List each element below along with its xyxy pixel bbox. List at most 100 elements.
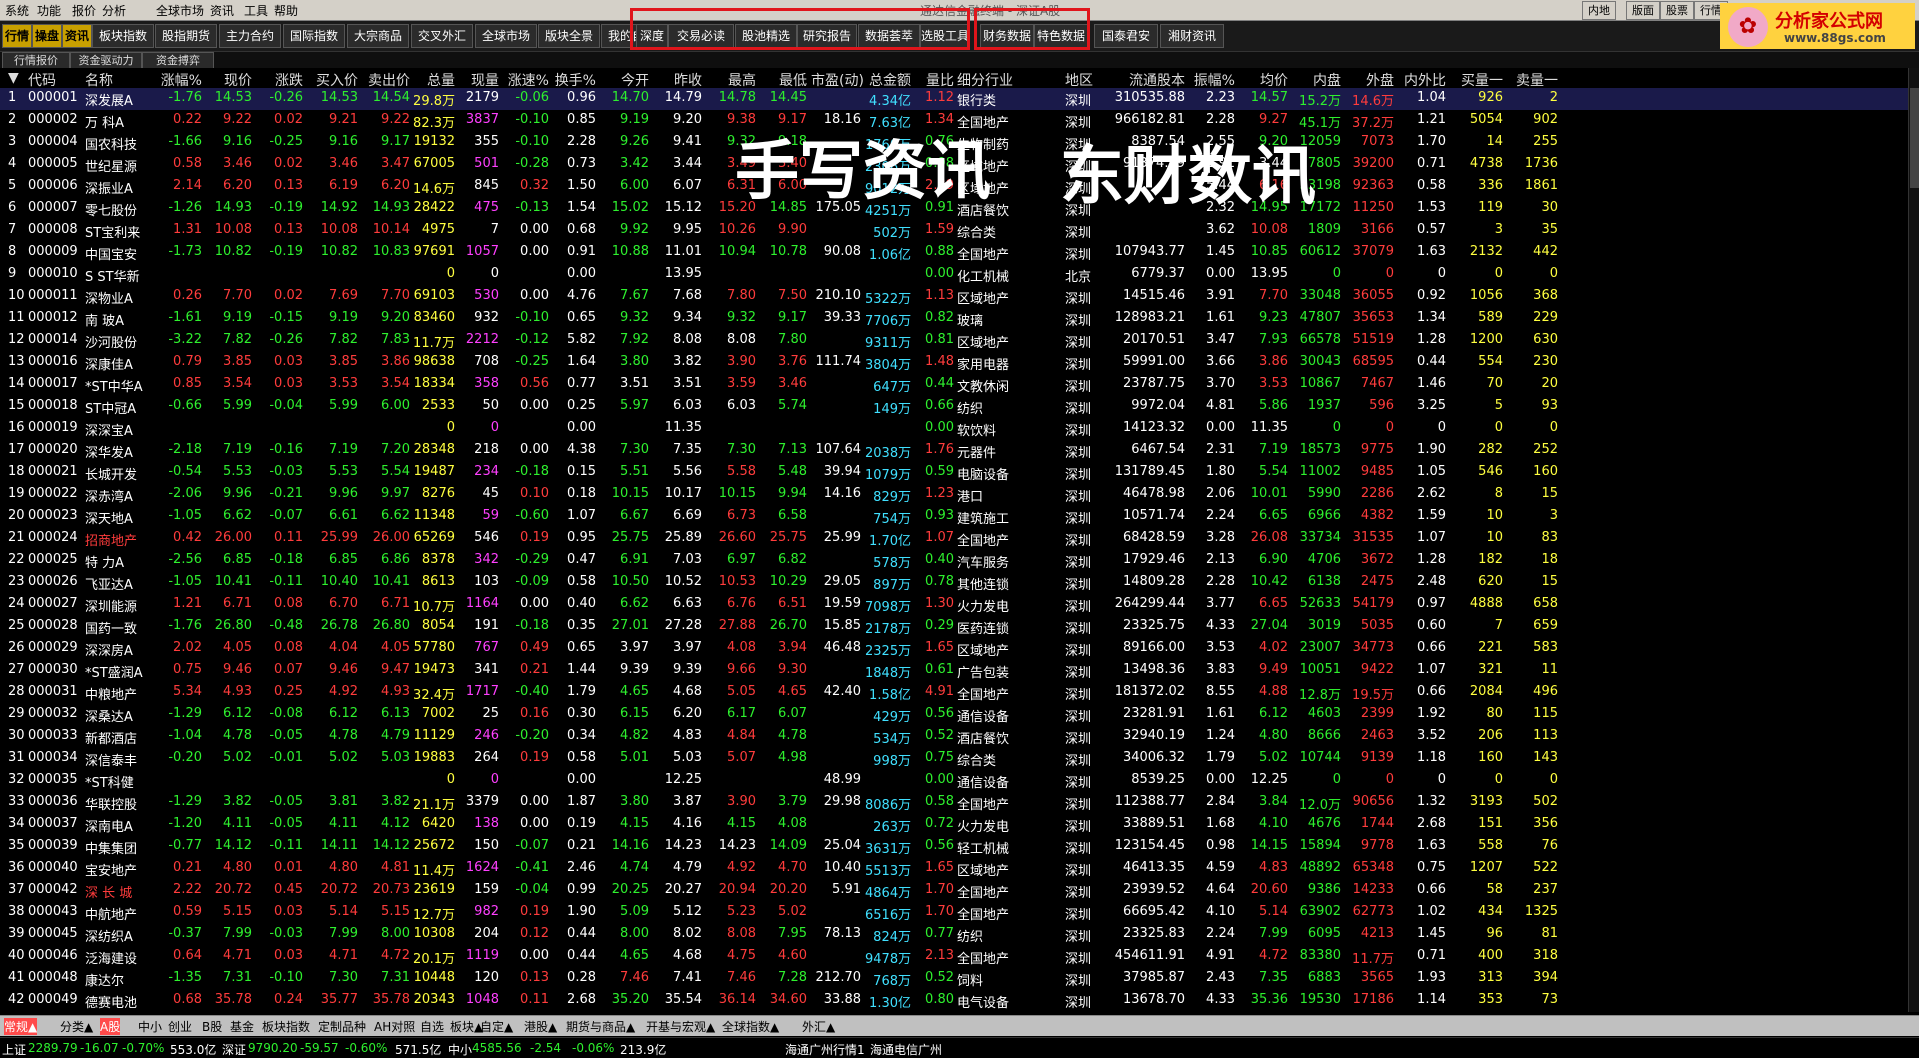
- bottom-tab-0[interactable]: 常规▲: [4, 1018, 38, 1035]
- menu-item-2[interactable]: 报价: [72, 2, 96, 19]
- column-header-10[interactable]: 涨速%: [503, 70, 549, 90]
- table-row[interactable]: 16 000019 深深宝A 0 0 0.00 11.35 0.00 软饮料 深圳 14123.32…: [0, 418, 1908, 440]
- table-row[interactable]: 32 000035 *ST科健 0 0 0.00 12.25 48.99 0.00 通信设备 深圳 8…: [0, 770, 1908, 792]
- column-header-18[interactable]: 量比: [915, 70, 954, 90]
- column-header-15[interactable]: 最低: [760, 70, 807, 90]
- menu-item-1[interactable]: 功能: [37, 2, 61, 19]
- toolbar-button-left-1[interactable]: 操盘: [32, 24, 62, 48]
- table-row[interactable]: 39 000045 深纺织A -0.37 7.99 -0.03 7.99 8.00 10308 2…: [0, 924, 1908, 946]
- table-row[interactable]: 33 000036 华联控股 -1.29 3.82 -0.05 3.81 3.82 21.1万 3…: [0, 792, 1908, 814]
- column-header-19[interactable]: 细分行业: [957, 70, 1035, 90]
- column-header-25[interactable]: 外盘: [1344, 70, 1394, 90]
- table-row[interactable]: 15 000018 ST中冠A -0.66 5.99 -0.04 5.99 6.00 2533 5…: [0, 396, 1908, 418]
- column-header-11[interactable]: 换手%: [553, 70, 596, 90]
- bottom-tab-2[interactable]: A股: [100, 1018, 121, 1035]
- toolbar-button-right-0[interactable]: 国泰君安: [1094, 24, 1158, 48]
- table-row[interactable]: 23 000026 飞亚达A -1.05 10.41 -0.11 10.40 10.41 861…: [0, 572, 1908, 594]
- column-header-12[interactable]: 今开: [601, 70, 649, 90]
- table-row[interactable]: 20 000023 深天地A -1.05 6.62 -0.07 6.61 6.62 11348 5…: [0, 506, 1908, 528]
- table-row[interactable]: 27 000030 *ST盛润A 0.75 9.46 0.07 9.46 9.47 19473 3…: [0, 660, 1908, 682]
- toolbar-button-left-3[interactable]: 板块指数: [92, 24, 154, 48]
- vertical-scrollbar[interactable]: [1908, 68, 1919, 1012]
- menu-item-5[interactable]: 资讯: [210, 2, 234, 19]
- menu-item-4[interactable]: 全球市场: [156, 2, 204, 19]
- column-header-21[interactable]: 流通股本: [1110, 70, 1185, 90]
- table-row[interactable]: 38 000043 中航地产 0.59 5.15 0.03 5.14 5.15 12.7万 982…: [0, 902, 1908, 924]
- column-header-8[interactable]: 总量: [413, 70, 455, 90]
- table-row[interactable]: 10 000011 深物业A 0.26 7.70 0.02 7.69 7.70 69103 530…: [0, 286, 1908, 308]
- toolbar-button-left-2[interactable]: 资讯: [62, 24, 92, 48]
- bottom-tab-10[interactable]: 自选: [420, 1018, 444, 1035]
- sort-dropdown-icon[interactable]: ▼: [8, 70, 26, 86]
- toolbar-button-left-8[interactable]: 交叉外汇: [411, 24, 473, 48]
- bottom-tab-13[interactable]: 港股▲: [524, 1018, 557, 1035]
- table-row[interactable]: 12 000014 沙河股份 -3.22 7.82 -0.26 7.82 7.83 11.7万 2…: [0, 330, 1908, 352]
- column-header-3[interactable]: 涨幅%: [160, 70, 202, 90]
- table-row[interactable]: 28 000031 中粮地产 5.34 4.93 0.25 4.92 4.93 32.4万 171…: [0, 682, 1908, 704]
- bottom-tab-7[interactable]: 板块指数: [262, 1018, 310, 1035]
- column-header-2[interactable]: 名称: [85, 70, 163, 90]
- bottom-tab-4[interactable]: 创业: [168, 1018, 192, 1035]
- column-header-28[interactable]: 卖量一: [1508, 70, 1558, 90]
- table-row[interactable]: 41 000048 康达尔 -1.35 7.31 -0.10 7.30 7.31 10448 12…: [0, 968, 1908, 990]
- toolbar-button-left-10[interactable]: 版块全景: [538, 24, 600, 48]
- column-header-13[interactable]: 昨收: [654, 70, 702, 90]
- window-button-1[interactable]: 版面: [1626, 1, 1660, 20]
- menu-item-3[interactable]: 分析: [102, 2, 126, 19]
- toolbar-button-left-7[interactable]: 大宗商品: [347, 24, 409, 48]
- toolbar-button-left-4[interactable]: 股指期货: [155, 24, 217, 48]
- column-header-23[interactable]: 均价: [1240, 70, 1288, 90]
- table-row[interactable]: 26 000029 深深房A 2.02 4.05 0.08 4.04 4.05 57780 767…: [0, 638, 1908, 660]
- table-row[interactable]: 9 000010 S ST华新 0 0 0.00 13.95 0.00 化工机械 北京 6779.3…: [0, 264, 1908, 286]
- column-header-6[interactable]: 买入价: [310, 70, 358, 90]
- table-row[interactable]: 30 000033 新都酒店 -1.04 4.78 -0.05 4.78 4.79 11129 2…: [0, 726, 1908, 748]
- table-row[interactable]: 1 000001 深发展A -1.76 14.53 -0.26 14.53 14.54 29.8…: [0, 88, 1908, 110]
- column-header-26[interactable]: 内外比: [1398, 70, 1446, 90]
- column-header-4[interactable]: 现价: [207, 70, 252, 90]
- column-header-5[interactable]: 涨跌: [258, 70, 303, 90]
- column-header-14[interactable]: 最高: [706, 70, 756, 90]
- subtab-0[interactable]: 行情报价: [2, 52, 70, 69]
- window-button-0[interactable]: 内地手: [1582, 1, 1616, 34]
- toolbar-button-left-9[interactable]: 全球市场: [475, 24, 537, 48]
- subtab-2[interactable]: 资金搏弈: [142, 52, 214, 69]
- column-header-1[interactable]: 代码: [28, 70, 83, 90]
- column-header-16[interactable]: 市盈(动): [811, 70, 864, 90]
- table-row[interactable]: 7 000008 ST宝利来 1.31 10.08 0.13 10.08 10.14 4975 7…: [0, 220, 1908, 242]
- table-row[interactable]: 35 000039 中集集团 -0.77 14.12 -0.11 14.11 14.12 256…: [0, 836, 1908, 858]
- bottom-tab-15[interactable]: 开基与宏观▲: [646, 1018, 715, 1035]
- subtab-1[interactable]: 资金驱动力: [70, 52, 142, 69]
- table-row[interactable]: 34 000037 深南电A -1.20 4.11 -0.05 4.11 4.12 6420 13…: [0, 814, 1908, 836]
- bottom-tab-8[interactable]: 定制品种: [318, 1018, 366, 1035]
- toolbar-button-right-1[interactable]: 湘财资讯: [1160, 24, 1224, 48]
- menu-item-0[interactable]: 系统: [5, 2, 29, 19]
- menu-item-6[interactable]: 工具: [244, 2, 268, 19]
- column-header-17[interactable]: 总金额: [865, 70, 911, 90]
- column-header-20[interactable]: 地区: [1065, 70, 1097, 90]
- table-row[interactable]: 19 000022 深赤湾A -2.06 9.96 -0.21 9.96 9.97 8276 45…: [0, 484, 1908, 506]
- bottom-tab-12[interactable]: 自定▲: [480, 1018, 513, 1035]
- bottom-tab-1[interactable]: 分类▲: [60, 1018, 93, 1035]
- table-row[interactable]: 17 000020 深华发A -2.18 7.19 -0.16 7.19 7.20 28348 2…: [0, 440, 1908, 462]
- bottom-tab-11[interactable]: 板块▲: [450, 1018, 483, 1035]
- table-row[interactable]: 13 000016 深康佳A 0.79 3.85 0.03 3.85 3.86 98638 708…: [0, 352, 1908, 374]
- table-row[interactable]: 18 000021 长城开发 -0.54 5.53 -0.03 5.53 5.54 19487 2…: [0, 462, 1908, 484]
- table-row[interactable]: 25 000028 国药一致 -1.76 26.80 -0.48 26.78 26.80 805…: [0, 616, 1908, 638]
- scroll-thumb[interactable]: [1910, 88, 1919, 188]
- column-header-7[interactable]: 卖出价: [362, 70, 410, 90]
- bottom-tab-16[interactable]: 全球指数▲: [722, 1018, 779, 1035]
- table-row[interactable]: 11 000012 南 玻A -1.61 9.19 -0.15 9.19 9.20 83460 9…: [0, 308, 1908, 330]
- table-row[interactable]: 40 000046 泛海建设 0.64 4.71 0.03 4.71 4.72 20.1万 111…: [0, 946, 1908, 968]
- bottom-tab-5[interactable]: B股: [202, 1018, 222, 1035]
- table-row[interactable]: 24 000027 深圳能源 1.21 6.71 0.08 6.70 6.71 10.7万 116…: [0, 594, 1908, 616]
- table-row[interactable]: 42 000049 德赛电池 0.68 35.78 0.24 35.77 35.78 20343…: [0, 990, 1908, 1012]
- table-row[interactable]: 36 000040 宝安地产 0.21 4.80 0.01 4.80 4.81 11.4万 162…: [0, 858, 1908, 880]
- window-button-2[interactable]: 股票: [1660, 1, 1694, 20]
- column-header-24[interactable]: 内盘: [1291, 70, 1341, 90]
- table-row[interactable]: 22 000025 特 力A -2.56 6.85 -0.18 6.85 6.86 8378 34…: [0, 550, 1908, 572]
- bottom-tab-17[interactable]: 外汇▲: [802, 1018, 835, 1035]
- bottom-tab-14[interactable]: 期货与商品▲: [566, 1018, 635, 1035]
- toolbar-button-left-6[interactable]: 国际指数: [283, 24, 345, 48]
- toolbar-button-left-0[interactable]: 行情: [2, 24, 32, 48]
- table-row[interactable]: 29 000032 深桑达A -1.29 6.12 -0.08 6.12 6.13 7002 25…: [0, 704, 1908, 726]
